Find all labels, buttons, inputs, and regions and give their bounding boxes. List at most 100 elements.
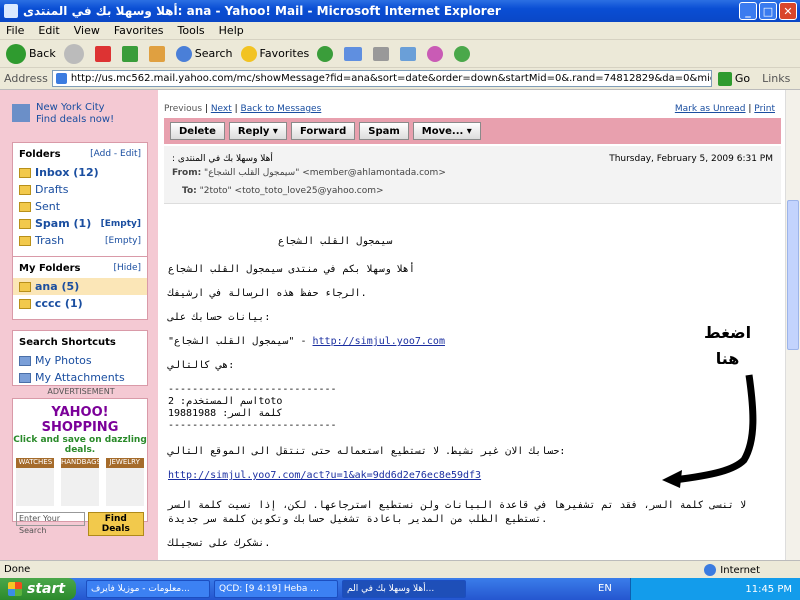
minimize-button[interactable]: _ xyxy=(739,2,757,20)
menu-view[interactable]: View xyxy=(74,24,100,37)
message-actions: Delete Reply ▾ Forward Spam Move... ▾ xyxy=(164,118,781,144)
status-text: Done xyxy=(4,564,31,575)
globe-icon xyxy=(704,564,717,576)
move-button[interactable]: Move... ▾ xyxy=(412,122,481,140)
body-line: سيمجول القلب الشجاع xyxy=(278,236,393,247)
delete-button[interactable]: Delete xyxy=(170,122,225,140)
folder-label: cccc (1) xyxy=(35,297,83,310)
folders-add-edit[interactable]: [Add - Edit] xyxy=(90,149,141,160)
trash-icon xyxy=(19,235,31,246)
home-button[interactable] xyxy=(148,45,168,62)
shortcut-label: My Photos xyxy=(35,354,92,367)
ad-cat-jewelry[interactable]: JEWELRY xyxy=(105,458,144,506)
close-button[interactable]: ✕ xyxy=(779,2,797,20)
taskbar: start معلومات - موزيلا فايرف... QCD: [9 … xyxy=(0,578,800,600)
back-to-messages-link[interactable]: Back to Messages xyxy=(241,104,322,114)
history-button[interactable] xyxy=(317,45,336,62)
task-firefox[interactable]: معلومات - موزيلا فايرف... xyxy=(86,580,210,598)
folder-ana[interactable]: ana (5) xyxy=(13,278,147,295)
start-button[interactable]: start xyxy=(0,578,76,600)
advertisement[interactable]: ADVERTISEMENT YAHOO! SHOPPING Click and … xyxy=(12,387,149,536)
menu-file[interactable]: File xyxy=(6,24,24,37)
empty-spam-link[interactable]: [Empty] xyxy=(101,219,141,229)
print-button[interactable] xyxy=(373,46,392,61)
go-button[interactable]: Go xyxy=(717,71,750,86)
favorites-button[interactable]: Favorites xyxy=(240,45,309,62)
ad-cat-watches[interactable]: WATCHES xyxy=(16,458,55,506)
find-deals-button[interactable]: Find Deals xyxy=(87,512,144,536)
from-label: From: xyxy=(172,168,202,178)
language-indicator[interactable]: EN xyxy=(598,583,612,594)
message-to: To: "2toto" <toto_toto_love25@yahoo.com> xyxy=(182,186,384,196)
address-input[interactable]: http://us.mc562.mail.yahoo.com/mc/showMe… xyxy=(51,70,712,87)
folders-title: Folders xyxy=(19,149,61,160)
status-bar: Done Internet xyxy=(0,560,800,578)
messenger-button[interactable] xyxy=(427,45,446,62)
window-titlebar: أهلا وسهلا بك في المنتدى: ana - Yahoo! M… xyxy=(0,0,800,22)
ad-search-input[interactable]: Enter Your Search xyxy=(16,512,85,535)
promo-line1: New York City xyxy=(36,102,105,113)
ad-brand: YAHOO! SHOPPING xyxy=(41,405,119,435)
contacts-button[interactable] xyxy=(454,45,473,62)
mail-button[interactable] xyxy=(344,46,365,61)
separator: ---------------------------- xyxy=(168,384,337,395)
start-label: start xyxy=(27,581,66,597)
links-button[interactable]: Links xyxy=(762,72,790,85)
print-link[interactable]: Print xyxy=(754,104,775,114)
folder-trash[interactable]: Trash [Empty] xyxy=(13,232,147,249)
promo-link[interactable]: New York City Find deals now! xyxy=(12,102,148,128)
menu-favorites[interactable]: Favorites xyxy=(114,24,164,37)
message-pane: Previous | Next | Back to Messages Mark … xyxy=(164,90,781,560)
back-button[interactable]: Back xyxy=(6,43,56,64)
separator: ---------------------------- xyxy=(168,420,337,431)
shortcut-my-photos[interactable]: My Photos xyxy=(13,352,147,369)
task-qcd[interactable]: QCD: [9 4:19] Heba ... xyxy=(214,580,338,598)
activation-link[interactable]: http://simjul.yoo7.com/act?u=1&ak=9dd6d2… xyxy=(168,470,481,481)
scrollbar-thumb[interactable] xyxy=(787,200,799,350)
pointer-arrow-icon xyxy=(662,374,757,488)
task-ie[interactable]: أهلا وسهلا بك في الم... xyxy=(342,580,466,598)
folder-label: Spam (1) xyxy=(35,217,92,230)
message-subject: أهلا وسهلا بك في المنتدى : xyxy=(172,154,273,164)
search-button[interactable]: Search xyxy=(175,45,233,62)
password-line: كلمة السر: 19881988 xyxy=(168,408,283,419)
menu-tools[interactable]: Tools xyxy=(178,24,205,37)
folder-label: Sent xyxy=(35,200,61,213)
system-tray: 11:45 PM xyxy=(630,578,800,600)
stop-button[interactable] xyxy=(94,45,114,62)
menu-edit[interactable]: Edit xyxy=(38,24,59,37)
mail-icon xyxy=(344,46,363,61)
sent-icon xyxy=(19,201,31,212)
folder-sent[interactable]: Sent xyxy=(13,198,147,215)
inbox-icon xyxy=(19,167,31,178)
vertical-scrollbar[interactable] xyxy=(785,90,800,560)
message-nav: Previous | Next | Back to Messages Mark … xyxy=(164,104,775,114)
folder-spam[interactable]: Spam (1) [Empty] xyxy=(13,215,147,232)
folder-drafts[interactable]: Drafts xyxy=(13,181,147,198)
back-arrow-icon xyxy=(6,43,26,64)
shortcut-my-attachments[interactable]: My Attachments xyxy=(13,369,147,386)
hide-folders-link[interactable]: [Hide] xyxy=(113,263,141,274)
message-header: أهلا وسهلا بك في المنتدى : Thursday, Feb… xyxy=(164,146,781,204)
sidebar: New York City Find deals now! Folders [Add… xyxy=(0,90,158,560)
forward-button[interactable] xyxy=(63,43,87,64)
mark-unread-link[interactable]: Mark as Unread xyxy=(675,104,746,114)
maximize-button[interactable]: □ xyxy=(759,2,777,20)
ad-cat-handbags[interactable]: HANDBAGS xyxy=(60,458,101,506)
next-link[interactable]: Next xyxy=(211,104,232,114)
refresh-button[interactable] xyxy=(121,45,141,62)
edit-button[interactable] xyxy=(400,46,419,61)
folder-cccc[interactable]: cccc (1) xyxy=(13,295,147,312)
forward-button[interactable]: Forward xyxy=(290,122,356,140)
empty-trash-link[interactable]: [Empty] xyxy=(105,236,141,246)
body-text: "سيمجول القلب الشجاع" - xyxy=(168,336,313,347)
reply-button[interactable]: Reply ▾ xyxy=(228,122,287,140)
printer-icon xyxy=(373,46,390,61)
spam-button[interactable]: Spam xyxy=(359,122,409,140)
forum-link[interactable]: http://simjul.yoo7.com xyxy=(313,336,445,347)
shortcuts-title: Search Shortcuts xyxy=(19,337,116,348)
folder-inbox[interactable]: Inbox (12) xyxy=(13,164,147,181)
menu-help[interactable]: Help xyxy=(219,24,244,37)
ad-label: ADVERTISEMENT xyxy=(13,387,149,396)
folder-icon xyxy=(19,281,31,292)
